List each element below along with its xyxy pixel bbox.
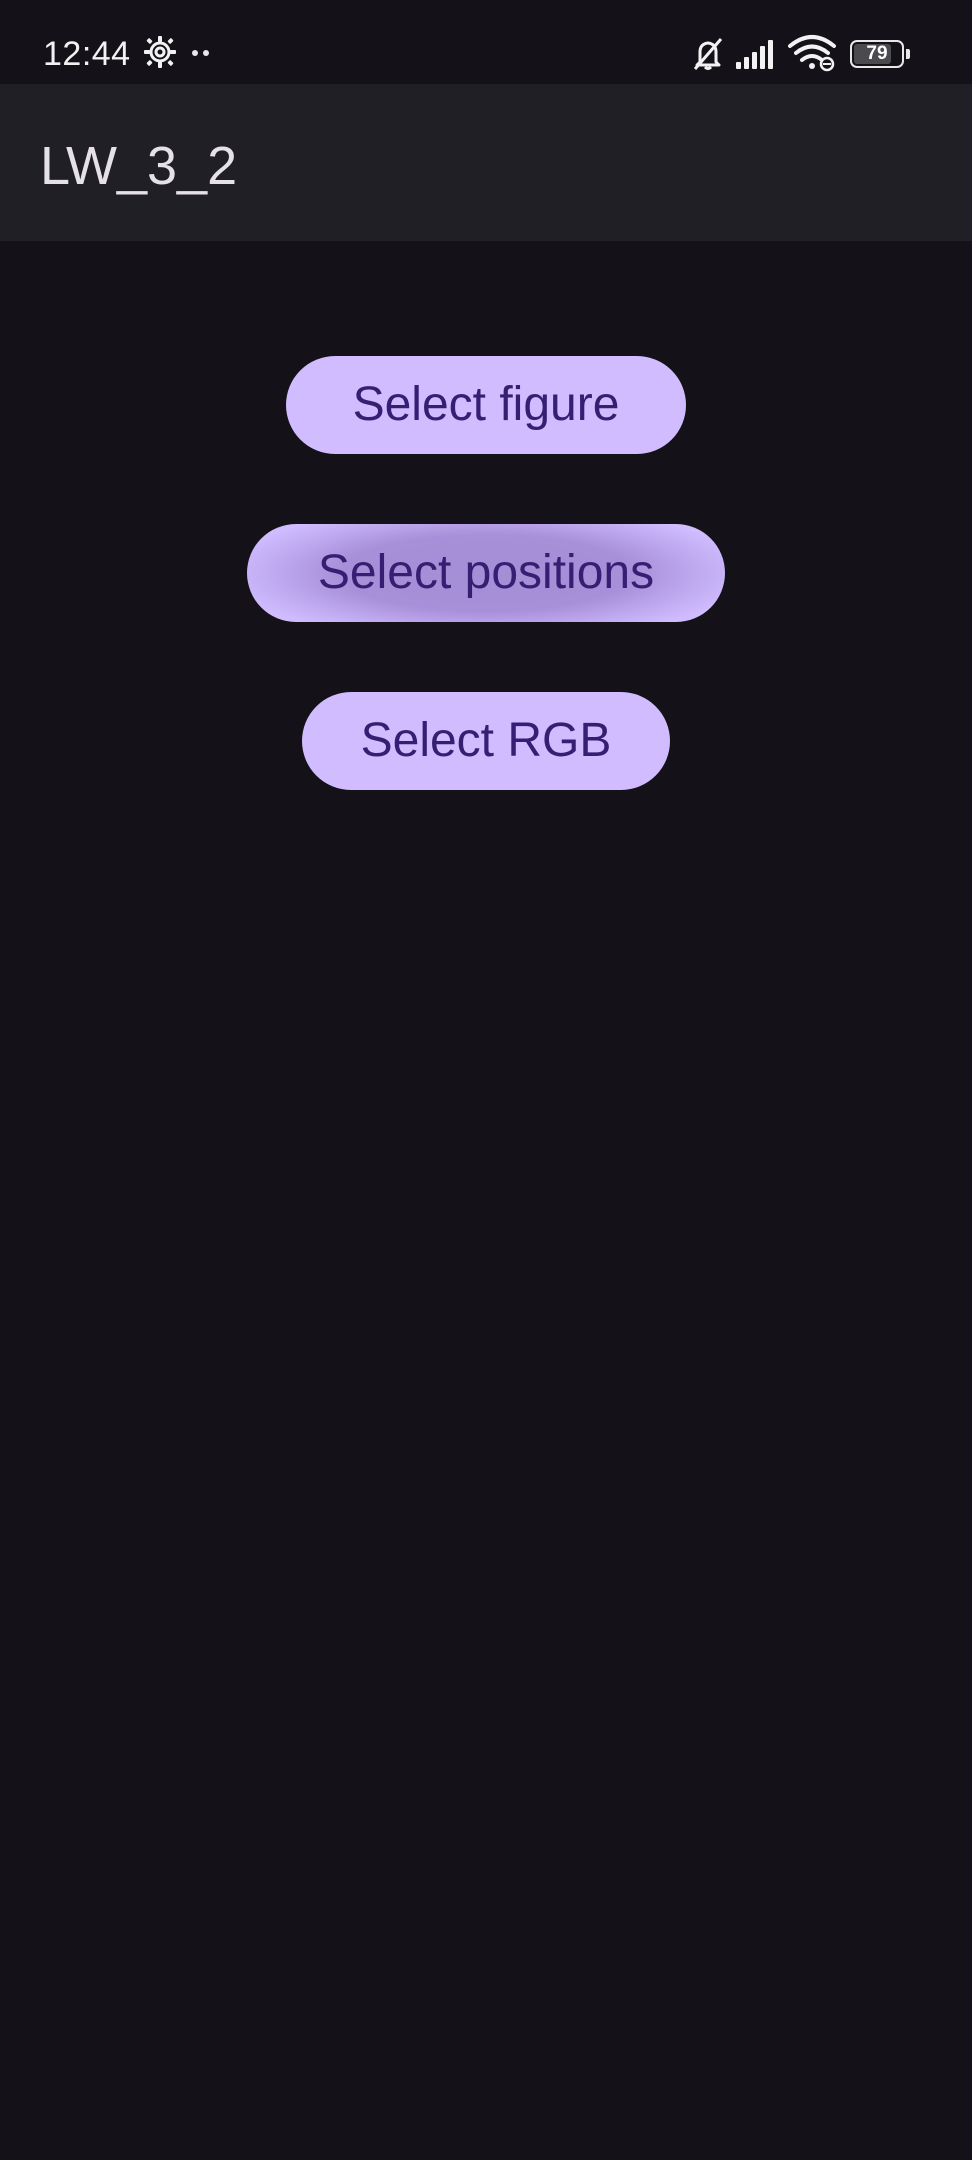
select-figure-button[interactable]: Select figure bbox=[286, 356, 686, 454]
app-screen: 12:44 79 LW_3_2 Select figure Select pos… bbox=[0, 0, 972, 2160]
settings-icon bbox=[144, 36, 176, 68]
app-title: LW_3_2 bbox=[40, 136, 238, 196]
battery-level: 79 bbox=[866, 43, 888, 64]
bell-muted-icon bbox=[693, 38, 723, 70]
status-time: 12:44 bbox=[43, 35, 131, 73]
app-bar: LW_3_2 bbox=[0, 84, 972, 241]
notification-dots-icon bbox=[192, 50, 210, 56]
select-rgb-button[interactable]: Select RGB bbox=[302, 692, 670, 790]
select-positions-button[interactable]: Select positions bbox=[247, 524, 725, 622]
signal-icon bbox=[736, 40, 773, 69]
wifi-icon bbox=[788, 35, 836, 72]
main-content: Select figure Select positions Select RG… bbox=[0, 241, 972, 2160]
status-bar: 12:44 79 bbox=[0, 0, 972, 84]
battery-icon: 79 bbox=[850, 40, 910, 68]
